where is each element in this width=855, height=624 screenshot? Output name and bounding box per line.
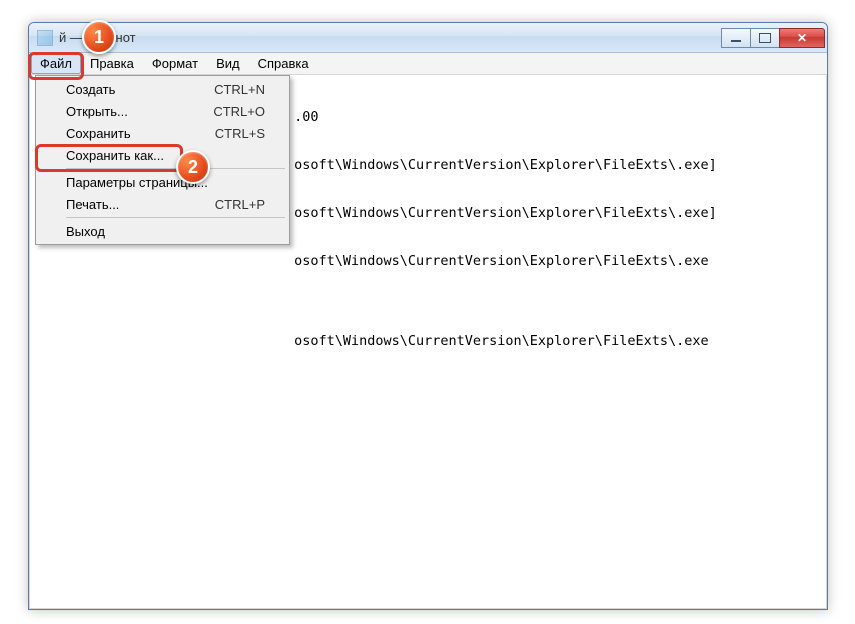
menu-item-shortcut: CTRL+S <box>215 126 265 141</box>
minimize-button[interactable] <box>721 28 751 48</box>
menu-item-label: Параметры страницы... <box>66 175 208 190</box>
menu-file[interactable]: Файл <box>31 53 81 74</box>
text-line: osoft\Windows\CurrentVersion\Explorer\Fi… <box>34 253 822 269</box>
menu-separator <box>66 217 285 218</box>
menu-item-exit[interactable]: Выход <box>38 220 287 242</box>
menubar: Файл Правка Формат Вид Справка <box>29 53 827 75</box>
menu-item-save[interactable]: Сохранить CTRL+S <box>38 122 287 144</box>
menu-edit[interactable]: Правка <box>81 53 143 74</box>
close-button[interactable] <box>779 28 825 48</box>
menu-item-label: Открыть... <box>66 104 128 119</box>
menu-item-shortcut: CTRL+P <box>215 197 265 212</box>
app-icon <box>37 30 53 46</box>
menu-item-page-setup[interactable]: Параметры страницы... <box>38 171 287 193</box>
menu-item-label: Сохранить как... <box>66 148 164 163</box>
menu-view[interactable]: Вид <box>207 53 249 74</box>
text-line: osoft\Windows\CurrentVersion\Explorer\Fi… <box>34 333 822 349</box>
window-controls <box>722 28 825 48</box>
menu-item-label: Создать <box>66 82 115 97</box>
menu-item-shortcut: CTRL+O <box>213 104 265 119</box>
menu-item-open[interactable]: Открыть... CTRL+O <box>38 100 287 122</box>
titlebar[interactable]: й — Блокнот <box>29 23 827 53</box>
menu-item-label: Печать... <box>66 197 119 212</box>
menu-item-print[interactable]: Печать... CTRL+P <box>38 193 287 215</box>
menu-help[interactable]: Справка <box>249 53 318 74</box>
file-menu-dropdown: Создать CTRL+N Открыть... CTRL+O Сохрани… <box>35 75 290 245</box>
menu-item-label: Сохранить <box>66 126 131 141</box>
menu-format[interactable]: Формат <box>143 53 207 74</box>
menu-item-save-as[interactable]: Сохранить как... <box>38 144 287 166</box>
menu-item-shortcut: CTRL+N <box>214 82 265 97</box>
window-title: й — Блокнот <box>59 30 136 45</box>
maximize-button[interactable] <box>750 28 780 48</box>
menu-separator <box>66 168 285 169</box>
menu-item-new[interactable]: Создать CTRL+N <box>38 78 287 100</box>
menu-item-label: Выход <box>66 224 105 239</box>
